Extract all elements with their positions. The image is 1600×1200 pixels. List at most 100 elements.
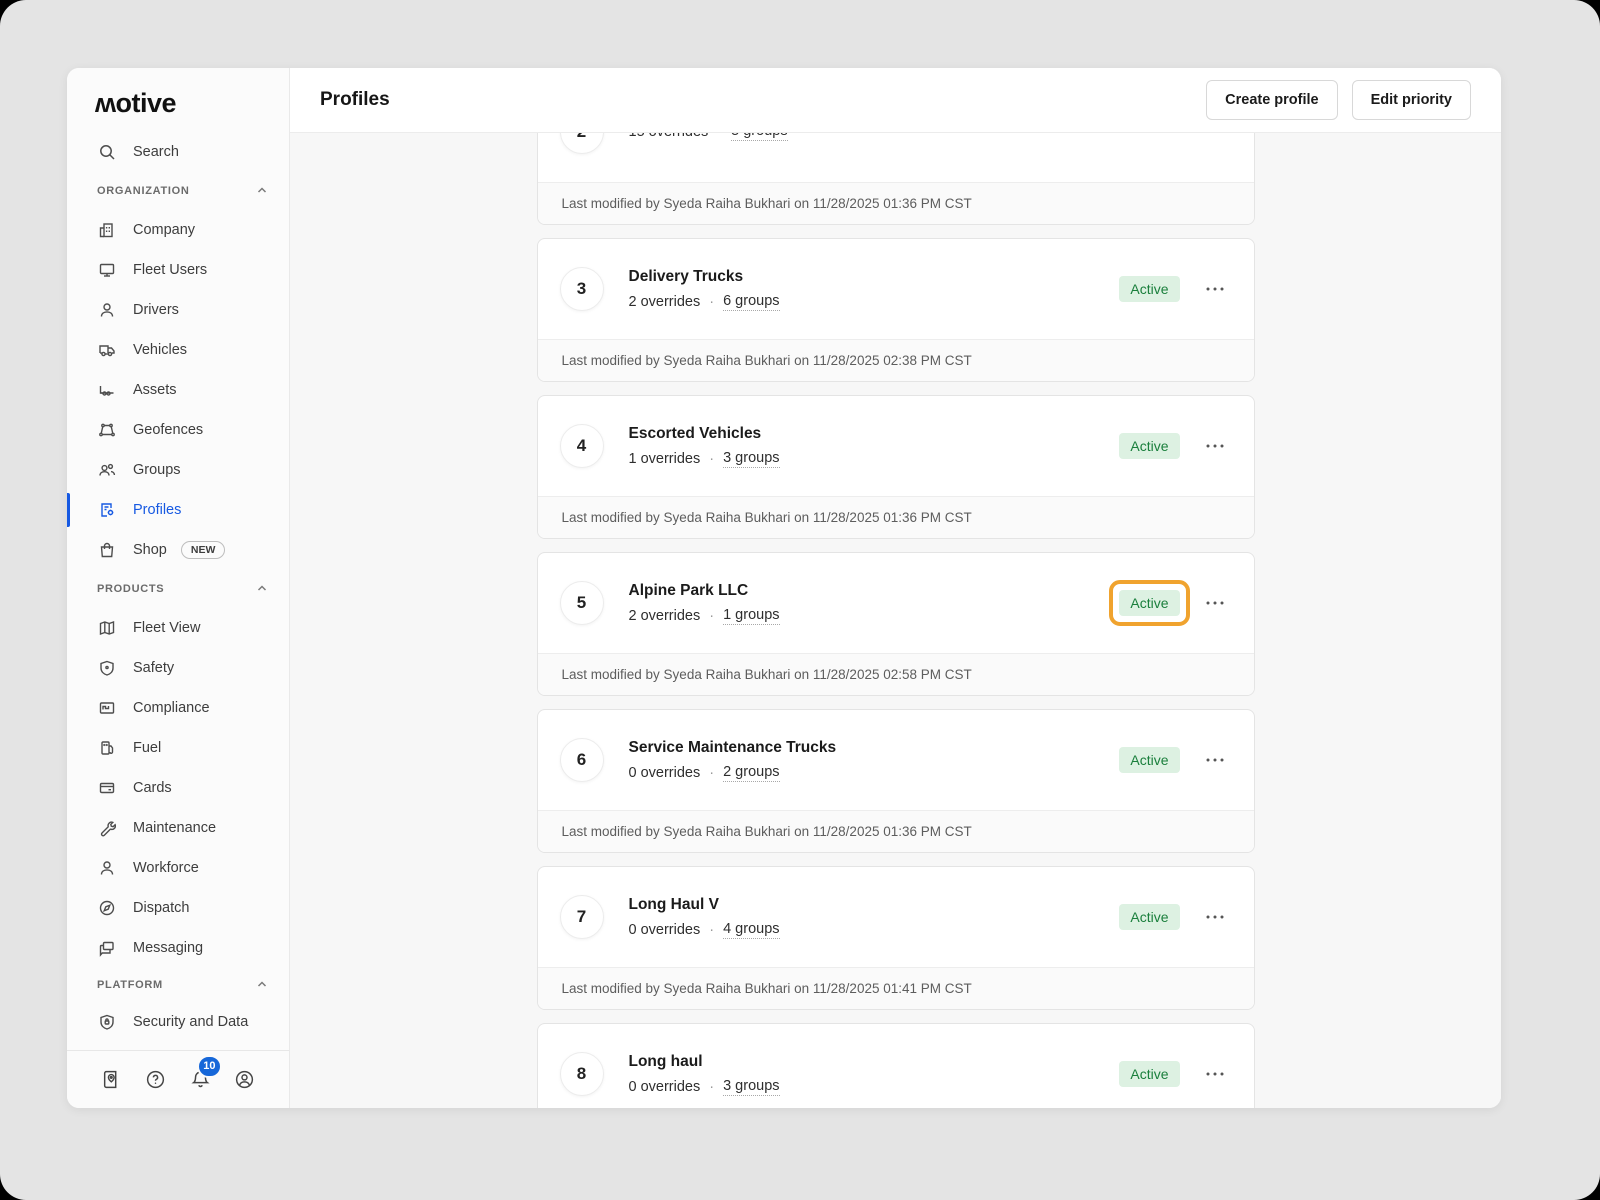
- more-options-button[interactable]: [1202, 597, 1228, 609]
- separator-dot: ·: [709, 608, 714, 624]
- groups-link[interactable]: 2 groups: [723, 764, 779, 782]
- sidebar-item-label: Compliance: [133, 700, 210, 716]
- profiles-list-scroll-area[interactable]: 2 15 overrides · 5 groups: [290, 133, 1501, 1108]
- notification-count-badge: 10: [197, 1055, 221, 1078]
- profile-card[interactable]: 2 15 overrides · 5 groups: [537, 133, 1255, 225]
- sidebar-item-assets[interactable]: Assets: [67, 370, 289, 410]
- trailer-icon: [97, 380, 117, 400]
- groups-link[interactable]: 3 groups: [723, 1078, 779, 1096]
- help-icon[interactable]: [143, 1067, 169, 1093]
- priority-number: 8: [560, 1052, 604, 1096]
- search-icon: [97, 142, 117, 162]
- overrides-count: 0 overrides: [629, 765, 701, 781]
- truck-icon: [97, 340, 117, 360]
- sidebar-item-compliance[interactable]: Compliance: [67, 688, 289, 728]
- notifications-bell-icon[interactable]: 10: [187, 1067, 213, 1093]
- dispatch-compass-icon: [97, 898, 117, 918]
- sidebar-item-fleet-view[interactable]: Fleet View: [67, 608, 289, 648]
- profile-card[interactable]: 3 Delivery Trucks 2 overrides · 6 groups…: [537, 238, 1255, 382]
- chevron-up-icon: [255, 183, 269, 200]
- profile-card[interactable]: 4 Escorted Vehicles 1 overrides · 3 grou…: [537, 395, 1255, 539]
- groups-link[interactable]: 1 groups: [723, 607, 779, 625]
- more-options-button[interactable]: [1202, 911, 1228, 923]
- groups-link[interactable]: 6 groups: [723, 293, 779, 311]
- profile-name: Long Haul V: [629, 896, 1120, 914]
- last-modified: Last modified by Syeda Raiha Bukhari on …: [538, 810, 1254, 852]
- guide-book-icon[interactable]: [98, 1067, 124, 1093]
- groups-link[interactable]: 5 groups: [731, 133, 787, 141]
- overrides-count: 1 overrides: [629, 451, 701, 467]
- header-actions: Create profile Edit priority: [1206, 80, 1471, 120]
- chevron-up-icon: [255, 977, 269, 994]
- profile-card[interactable]: 7 Long Haul V 0 overrides · 4 groups Act…: [537, 866, 1255, 1010]
- sidebar-item-cards[interactable]: Cards: [67, 768, 289, 808]
- sidebar-item-vehicles[interactable]: Vehicles: [67, 330, 289, 370]
- sidebar-item-safety[interactable]: Safety: [67, 648, 289, 688]
- more-options-button[interactable]: [1202, 1068, 1228, 1080]
- sidebar-item-label: Geofences: [133, 422, 203, 438]
- sidebar-item-drivers[interactable]: Drivers: [67, 290, 289, 330]
- sidebar-item-search[interactable]: Search: [67, 132, 289, 172]
- priority-number: 5: [560, 581, 604, 625]
- profile-card[interactable]: 5 Alpine Park LLC 2 overrides · 1 groups: [537, 552, 1255, 696]
- last-modified: Last modified by Syeda Raiha Bukhari on …: [538, 182, 1254, 224]
- sidebar-item-workforce[interactable]: Workforce: [67, 848, 289, 888]
- sidebar-item-maintenance[interactable]: Maintenance: [67, 808, 289, 848]
- sidebar-item-label: Vehicles: [133, 342, 187, 358]
- sidebar-item-label: Search: [133, 144, 179, 160]
- sidebar-item-dispatch[interactable]: Dispatch: [67, 888, 289, 928]
- profile-name: Service Maintenance Trucks: [629, 739, 1120, 757]
- status-badge: Active: [1119, 276, 1179, 303]
- priority-number: 4: [560, 424, 604, 468]
- section-header-platform[interactable]: PLATFORM: [67, 968, 289, 1002]
- separator-dot: ·: [709, 451, 714, 467]
- people-group-icon: [97, 460, 117, 480]
- sidebar-item-label: Workforce: [133, 860, 199, 876]
- overrides-count: 15 overrides: [629, 133, 709, 140]
- profile-name: Escorted Vehicles: [629, 425, 1120, 443]
- sidebar-item-messaging[interactable]: Messaging: [67, 928, 289, 968]
- section-header-organization[interactable]: ORGANIZATION: [67, 172, 289, 210]
- last-modified: Last modified by Syeda Raiha Bukhari on …: [538, 496, 1254, 538]
- groups-link[interactable]: 4 groups: [723, 921, 779, 939]
- sidebar-item-geofences[interactable]: Geofences: [67, 410, 289, 450]
- more-options-button[interactable]: [1202, 283, 1228, 295]
- more-options-button[interactable]: [1202, 754, 1228, 766]
- profile-card[interactable]: 6 Service Maintenance Trucks 0 overrides…: [537, 709, 1255, 853]
- sidebar-item-label: Drivers: [133, 302, 179, 318]
- last-modified: Last modified by Syeda Raiha Bukhari on …: [538, 339, 1254, 381]
- ellipsis-icon: [1206, 758, 1224, 762]
- status-badge: Active: [1119, 433, 1179, 460]
- sidebar-item-profiles[interactable]: Profiles: [67, 490, 289, 530]
- edit-priority-button[interactable]: Edit priority: [1352, 80, 1471, 120]
- sidebar-item-fuel[interactable]: Fuel: [67, 728, 289, 768]
- user-account-icon[interactable]: [232, 1067, 258, 1093]
- profile-name: Long haul: [629, 1053, 1120, 1071]
- sidebar-item-label: Groups: [133, 462, 181, 478]
- sidebar-item-fleet-users[interactable]: Fleet Users: [67, 250, 289, 290]
- sidebar-item-groups[interactable]: Groups: [67, 450, 289, 490]
- create-profile-button[interactable]: Create profile: [1206, 80, 1337, 120]
- overrides-count: 2 overrides: [629, 294, 701, 310]
- ellipsis-icon: [1206, 444, 1224, 448]
- building-icon: [97, 220, 117, 240]
- sidebar-item-shop[interactable]: Shop NEW: [67, 530, 289, 570]
- logo-row: ʍotive: [67, 68, 289, 132]
- sidebar-item-label: Company: [133, 222, 195, 238]
- person-icon: [97, 858, 117, 878]
- profile-card[interactable]: 8 Long haul 0 overrides · 3 groups Activ…: [537, 1023, 1255, 1108]
- separator-dot: ·: [709, 922, 714, 938]
- sidebar-item-company[interactable]: Company: [67, 210, 289, 250]
- priority-number: 7: [560, 895, 604, 939]
- separator-dot: ·: [709, 294, 714, 310]
- more-options-button[interactable]: [1202, 440, 1228, 452]
- new-badge: NEW: [181, 541, 226, 559]
- section-header-products[interactable]: PRODUCTS: [67, 570, 289, 608]
- status-badge: Active: [1119, 747, 1179, 774]
- separator-dot: ·: [717, 133, 722, 140]
- groups-link[interactable]: 3 groups: [723, 450, 779, 468]
- motive-logo: ʍotive: [95, 88, 176, 118]
- sidebar-item-label: Fleet Users: [133, 262, 207, 278]
- section-label: ORGANIZATION: [97, 185, 190, 197]
- sidebar-item-security-and-data[interactable]: Security and Data: [67, 1002, 289, 1042]
